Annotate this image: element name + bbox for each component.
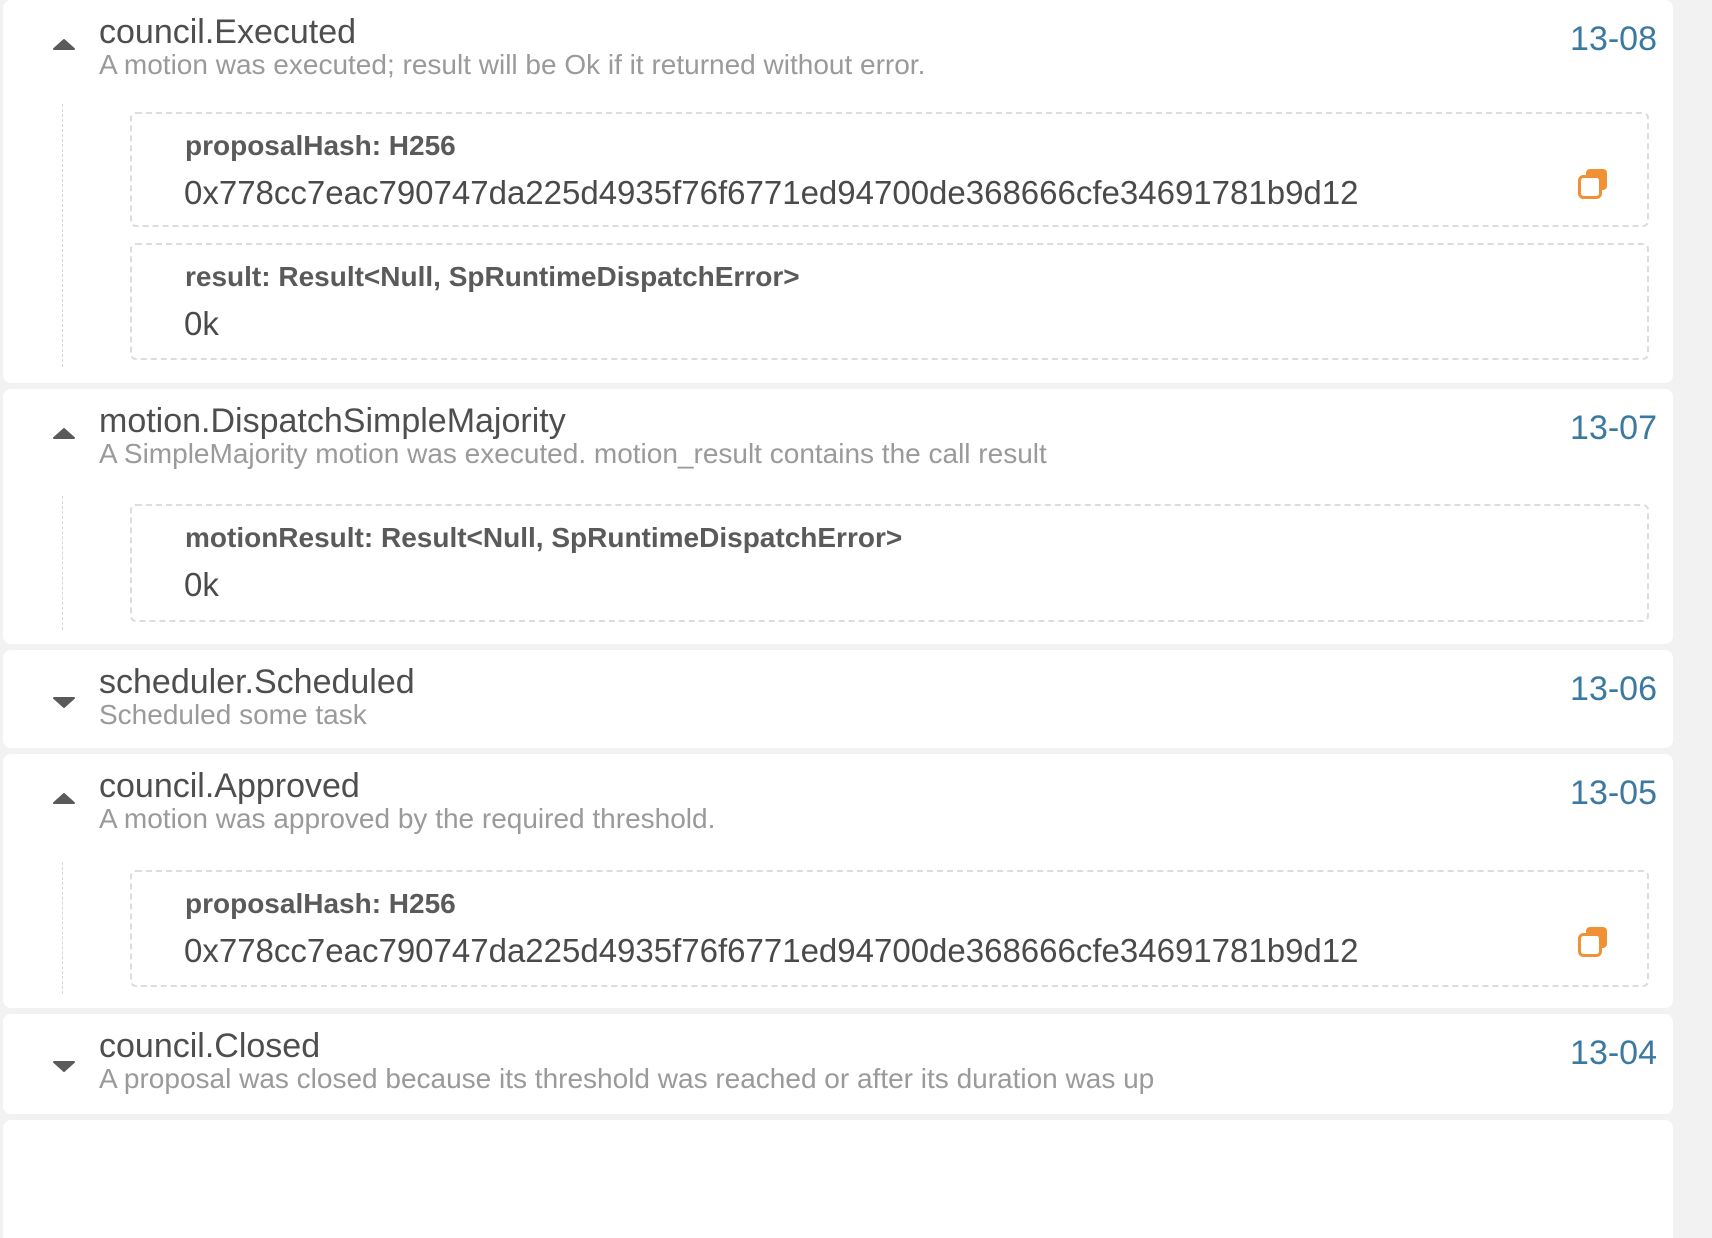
event-card: council.Executed A motion was executed; r… <box>3 0 1673 383</box>
event-id-link[interactable]: 13-06 <box>1570 672 1657 706</box>
event-name: motion.DispatchSimpleMajority <box>99 402 566 440</box>
expand-toggle-button[interactable] <box>51 692 77 712</box>
event-card: motion.DispatchSimpleMajority A SimpleMaj… <box>3 389 1673 644</box>
expand-toggle-button[interactable] <box>51 788 77 808</box>
event-card <box>3 1120 1673 1238</box>
event-id-link[interactable]: 13-04 <box>1570 1036 1657 1070</box>
tree-connector <box>62 104 63 367</box>
caret-up-icon <box>51 423 77 443</box>
caret-down-icon <box>51 692 77 712</box>
copy-button[interactable] <box>1575 924 1611 960</box>
expand-toggle-button[interactable] <box>51 423 77 443</box>
event-card: council.Closed A proposal was closed beca… <box>3 1014 1673 1114</box>
event-description: A motion was approved by the required th… <box>99 803 716 834</box>
event-name: scheduler.Scheduled <box>99 663 415 701</box>
event-card: scheduler.Scheduled Scheduled some task 13… <box>3 650 1673 748</box>
param-value: 0k <box>184 566 219 603</box>
caret-up-icon <box>51 788 77 808</box>
event-id-link[interactable]: 13-08 <box>1570 22 1657 56</box>
expand-toggle-button[interactable] <box>51 1056 77 1076</box>
events-list: council.Executed A motion was executed; r… <box>0 0 1712 1238</box>
param-value: 0k <box>184 305 219 342</box>
event-description: Scheduled some task <box>99 699 367 730</box>
param-label: proposalHash: H256 <box>185 888 456 919</box>
event-card: council.Approved A motion was approved by… <box>3 754 1673 1008</box>
tree-connector <box>62 862 63 994</box>
event-name: council.Closed <box>99 1027 321 1065</box>
expand-toggle-button[interactable] <box>51 34 77 54</box>
param-box: result: Result<Null, SpRuntimeDispatchEr… <box>130 243 1649 360</box>
caret-down-icon <box>51 1056 77 1076</box>
copy-icon <box>1575 169 1611 206</box>
event-name: council.Executed <box>99 13 357 51</box>
tree-connector <box>62 496 63 630</box>
param-box: proposalHash: H256 0x778cc7eac790747da225… <box>130 112 1649 227</box>
event-description: A proposal was closed because its thresh… <box>99 1063 1155 1094</box>
param-label: proposalHash: H256 <box>185 130 456 161</box>
param-label: result: Result<Null, SpRuntimeDispatchEr… <box>185 261 800 292</box>
param-box: proposalHash: H256 0x778cc7eac790747da225… <box>130 870 1649 987</box>
param-value: 0x778cc7eac790747da225d4935f76f6771ed947… <box>184 174 1359 211</box>
event-id-link[interactable]: 13-07 <box>1570 411 1657 445</box>
copy-button[interactable] <box>1575 166 1611 202</box>
event-description: A SimpleMajority motion was executed. mo… <box>99 438 1047 469</box>
param-value: 0x778cc7eac790747da225d4935f76f6771ed947… <box>184 932 1359 969</box>
event-id-link[interactable]: 13-05 <box>1570 776 1657 810</box>
copy-icon <box>1575 927 1611 964</box>
event-description: A motion was executed; result will be Ok… <box>99 49 926 80</box>
caret-up-icon <box>51 34 77 54</box>
event-name: council.Approved <box>99 767 360 805</box>
param-box: motionResult: Result<Null, SpRuntimeDisp… <box>130 504 1649 622</box>
param-label: motionResult: Result<Null, SpRuntimeDisp… <box>185 522 903 553</box>
